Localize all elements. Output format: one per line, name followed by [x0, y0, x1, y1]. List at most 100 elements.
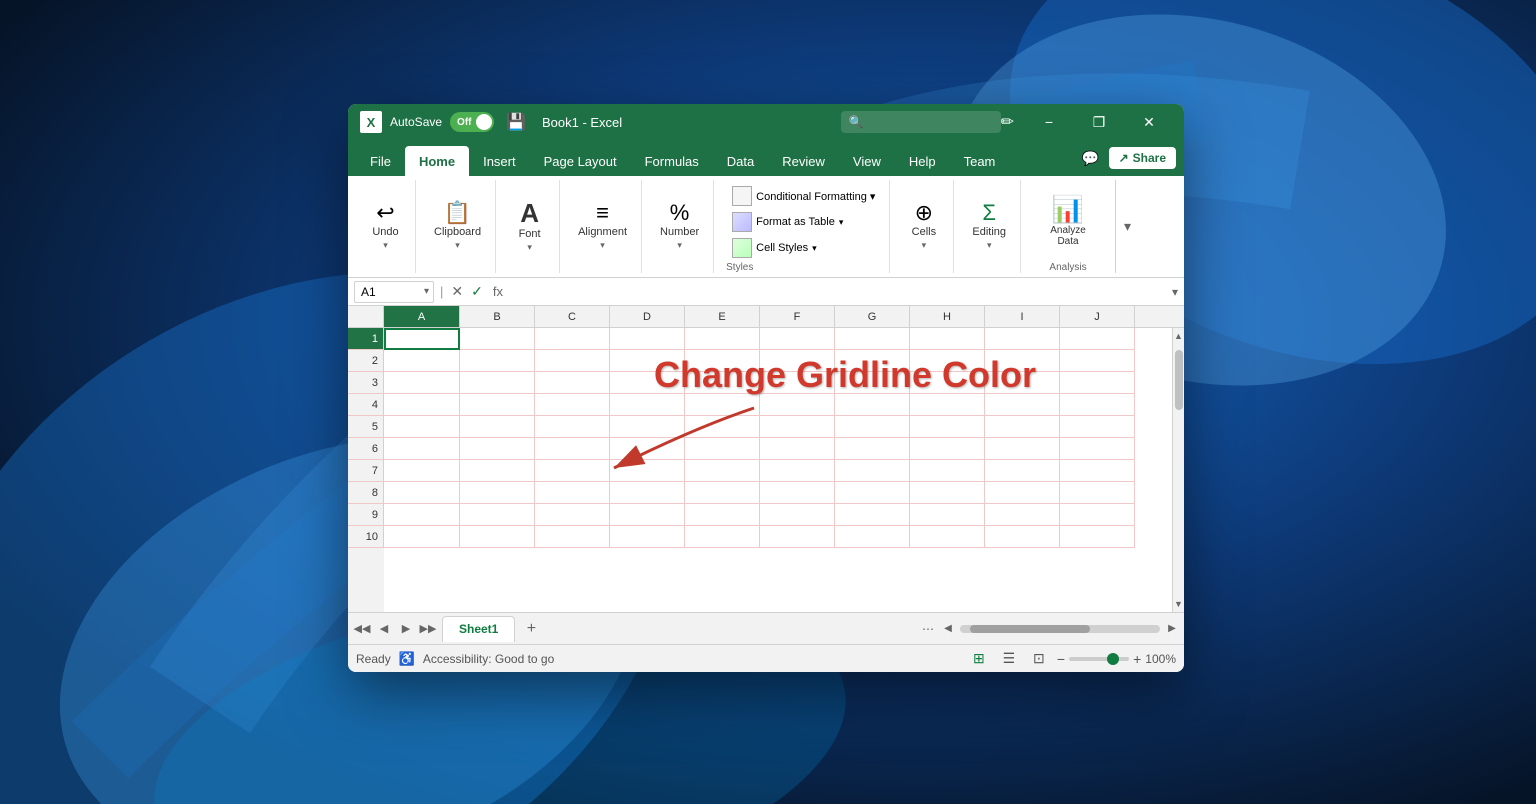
close-button[interactable]: ✕ — [1126, 104, 1172, 140]
page-break-view-button[interactable]: ⊡ — [1027, 647, 1051, 671]
cell-b9[interactable] — [460, 504, 535, 526]
cell-h8[interactable] — [910, 482, 985, 504]
cell-i9[interactable] — [985, 504, 1060, 526]
formula-confirm-button[interactable]: ✓ — [469, 281, 485, 302]
name-box[interactable]: A1 ▾ — [354, 281, 434, 303]
cell-h6[interactable] — [910, 438, 985, 460]
cell-b5[interactable] — [460, 416, 535, 438]
scrollbar-thumb[interactable] — [1175, 350, 1183, 410]
cell-a7[interactable] — [384, 460, 460, 482]
cell-f5[interactable] — [760, 416, 835, 438]
cell-i3[interactable] — [985, 372, 1060, 394]
cell-f10[interactable] — [760, 526, 835, 548]
cell-h3[interactable] — [910, 372, 985, 394]
tab-help[interactable]: Help — [895, 146, 950, 176]
cell-c5[interactable] — [535, 416, 610, 438]
cell-h5[interactable] — [910, 416, 985, 438]
expand-ribbon-button[interactable]: ▾ — [1115, 180, 1139, 273]
row-number-9[interactable]: 9 — [348, 504, 384, 526]
scroll-down-button[interactable]: ▼ — [1173, 596, 1184, 612]
col-header-g[interactable]: G — [835, 306, 910, 328]
cell-j3[interactable] — [1060, 372, 1135, 394]
save-icon[interactable]: 💾 — [506, 112, 526, 132]
cell-c8[interactable] — [535, 482, 610, 504]
cell-e2[interactable] — [685, 350, 760, 372]
page-layout-view-button[interactable]: ☰ — [997, 647, 1021, 671]
cell-e7[interactable] — [685, 460, 760, 482]
cell-g6[interactable] — [835, 438, 910, 460]
cell-j4[interactable] — [1060, 394, 1135, 416]
cell-c6[interactable] — [535, 438, 610, 460]
cell-g8[interactable] — [835, 482, 910, 504]
h-scroll-menu[interactable]: ⋯ — [920, 621, 936, 637]
cell-i2[interactable] — [985, 350, 1060, 372]
cell-f3[interactable] — [760, 372, 835, 394]
cell-b1[interactable] — [460, 328, 535, 350]
tab-review[interactable]: Review — [768, 146, 839, 176]
cell-c4[interactable] — [535, 394, 610, 416]
cell-e10[interactable] — [685, 526, 760, 548]
formula-input[interactable] — [511, 281, 1168, 303]
cell-b3[interactable] — [460, 372, 535, 394]
sheet-nav-left-left[interactable]: ◀◀ — [352, 619, 372, 639]
cell-g7[interactable] — [835, 460, 910, 482]
cell-a6[interactable] — [384, 438, 460, 460]
cell-b2[interactable] — [460, 350, 535, 372]
cell-i1[interactable] — [985, 328, 1060, 350]
row-number-7[interactable]: 7 — [348, 460, 384, 482]
cell-e1[interactable] — [685, 328, 760, 350]
row-number-2[interactable]: 2 — [348, 350, 384, 372]
cell-f1[interactable] — [760, 328, 835, 350]
cell-b7[interactable] — [460, 460, 535, 482]
cell-h9[interactable] — [910, 504, 985, 526]
cells-button[interactable]: ⊕ Cells ▾ — [904, 198, 944, 255]
cell-h2[interactable] — [910, 350, 985, 372]
cell-j6[interactable] — [1060, 438, 1135, 460]
cell-a2[interactable] — [384, 350, 460, 372]
cell-g4[interactable] — [835, 394, 910, 416]
add-sheet-button[interactable]: + — [519, 617, 543, 641]
cell-h4[interactable] — [910, 394, 985, 416]
cell-d8[interactable] — [610, 482, 685, 504]
cell-i6[interactable] — [985, 438, 1060, 460]
cell-i7[interactable] — [985, 460, 1060, 482]
col-header-c[interactable]: C — [535, 306, 610, 328]
conditional-formatting-button[interactable]: Conditional Formatting ▾ — [726, 184, 881, 208]
cell-j9[interactable] — [1060, 504, 1135, 526]
formula-cancel-button[interactable]: ✕ — [449, 281, 465, 302]
cell-i4[interactable] — [985, 394, 1060, 416]
cell-e4[interactable] — [685, 394, 760, 416]
tab-view[interactable]: View — [839, 146, 895, 176]
col-header-j[interactable]: J — [1060, 306, 1135, 328]
row-number-6[interactable]: 6 — [348, 438, 384, 460]
col-header-i[interactable]: I — [985, 306, 1060, 328]
cell-d1[interactable] — [610, 328, 685, 350]
search-box[interactable]: 🔍 — [841, 111, 1001, 133]
font-button[interactable]: A Font ▾ — [510, 196, 550, 257]
corner-cell[interactable] — [348, 306, 384, 328]
col-header-h[interactable]: H — [910, 306, 985, 328]
cell-b4[interactable] — [460, 394, 535, 416]
cell-g9[interactable] — [835, 504, 910, 526]
number-button[interactable]: % Number ▾ — [654, 198, 705, 255]
scroll-up-button[interactable]: ▲ — [1173, 328, 1184, 344]
cell-e9[interactable] — [685, 504, 760, 526]
tab-data[interactable]: Data — [713, 146, 768, 176]
cell-f7[interactable] — [760, 460, 835, 482]
cell-g2[interactable] — [835, 350, 910, 372]
cell-i5[interactable] — [985, 416, 1060, 438]
tab-insert[interactable]: Insert — [469, 146, 530, 176]
tab-file[interactable]: File — [356, 146, 405, 176]
cell-j8[interactable] — [1060, 482, 1135, 504]
minimize-button[interactable]: − — [1026, 104, 1072, 140]
cell-a1[interactable] — [384, 328, 460, 350]
cell-e8[interactable] — [685, 482, 760, 504]
restore-button[interactable]: ❐ — [1076, 104, 1122, 140]
cell-i10[interactable] — [985, 526, 1060, 548]
analyze-data-button[interactable]: 📊 AnalyzeData — [1033, 190, 1103, 251]
zoom-out-button[interactable]: − — [1057, 651, 1065, 667]
cell-g5[interactable] — [835, 416, 910, 438]
col-header-d[interactable]: D — [610, 306, 685, 328]
cell-e6[interactable] — [685, 438, 760, 460]
cell-c9[interactable] — [535, 504, 610, 526]
